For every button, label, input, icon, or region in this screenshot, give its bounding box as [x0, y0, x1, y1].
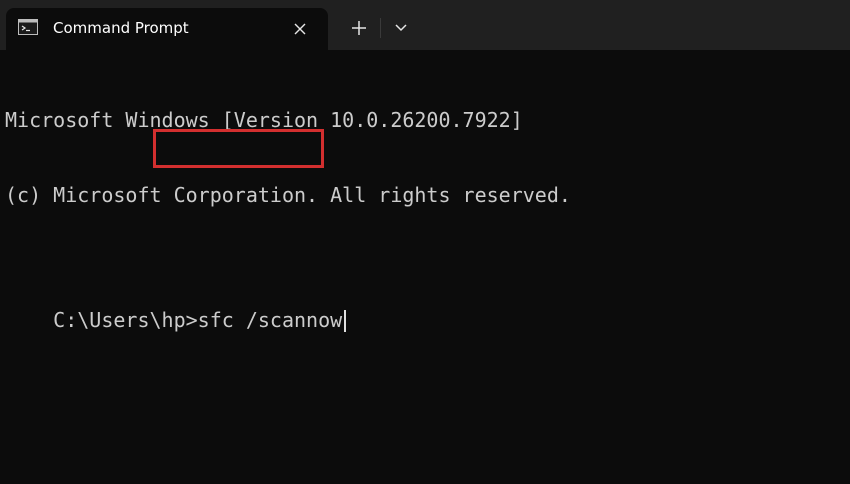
plus-icon[interactable] — [348, 17, 370, 39]
tab-title: Command Prompt — [53, 19, 189, 37]
tab-command-prompt[interactable]: Command Prompt — [6, 8, 328, 50]
output-line: (c) Microsoft Corporation. All rights re… — [5, 183, 571, 207]
prompt-line: C:\Users\hp> sfc /scannow — [53, 308, 347, 333]
text-cursor — [344, 309, 347, 332]
prompt-path: C:\Users\hp> — [53, 308, 198, 332]
terminal-window: Command Prompt Microsoft Windows [Versio… — [0, 0, 850, 484]
command-highlight-box — [153, 129, 324, 168]
close-icon[interactable] — [290, 19, 310, 39]
tab-separator — [380, 18, 381, 38]
chevron-down-icon[interactable] — [391, 19, 411, 37]
terminal-output[interactable]: Microsoft Windows [Version 10.0.26200.79… — [5, 58, 571, 358]
tab-bar: Command Prompt — [0, 0, 850, 50]
cmd-icon — [18, 19, 38, 35]
typed-command: sfc /scannow — [197, 308, 343, 332]
